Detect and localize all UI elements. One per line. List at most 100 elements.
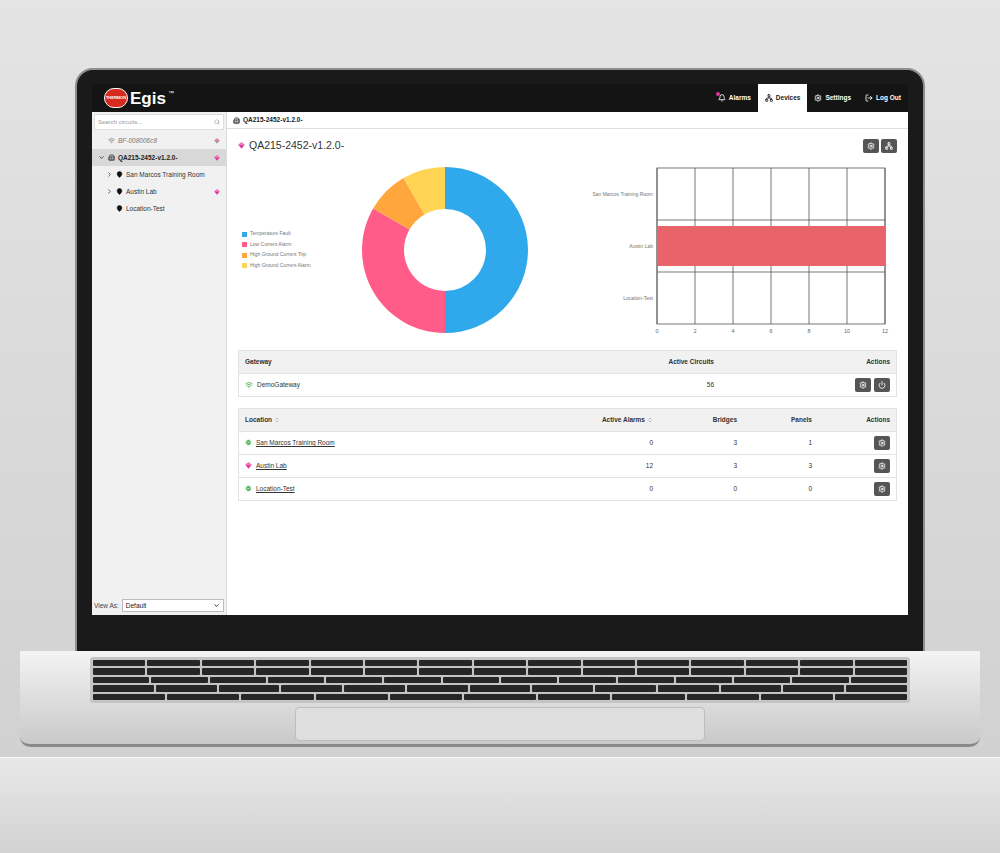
nav-item[interactable]: Settings — [807, 84, 858, 112]
sort-icon[interactable] — [647, 417, 653, 423]
keyboard-key[interactable] — [855, 668, 907, 674]
keyboard-key[interactable] — [202, 668, 254, 674]
keyboard-key[interactable] — [311, 660, 363, 666]
keyboard-key[interactable] — [637, 660, 689, 666]
keyboard-key[interactable] — [474, 668, 526, 674]
legend-item[interactable]: Temperature Fault — [242, 230, 360, 238]
keyboard-key[interactable] — [800, 660, 852, 666]
keyboard-key[interactable] — [443, 677, 499, 683]
keyboard-key[interactable] — [156, 685, 217, 691]
nav-item[interactable]: Log Out — [858, 84, 908, 112]
keyboard-key[interactable] — [691, 668, 743, 674]
keyboard-key[interactable] — [792, 677, 848, 683]
keyboard-key[interactable] — [167, 694, 239, 700]
column-header[interactable]: Location — [239, 415, 509, 425]
keyboard-key[interactable] — [470, 685, 531, 691]
keyboard-key[interactable] — [281, 685, 342, 691]
keyboard-key[interactable] — [528, 660, 580, 666]
keyboard-key[interactable] — [390, 694, 462, 700]
keyboard-key[interactable] — [658, 685, 719, 691]
keyboard-key[interactable] — [365, 660, 417, 666]
bar[interactable] — [657, 226, 885, 266]
location-link[interactable]: San Marcos Training Room — [256, 438, 335, 448]
keyboard-key[interactable] — [93, 668, 145, 674]
keyboard-key[interactable] — [595, 685, 656, 691]
keyboard-key[interactable] — [721, 685, 782, 691]
location-link[interactable]: Austin Lab — [256, 461, 287, 471]
sort-icon[interactable] — [274, 417, 280, 423]
keyboard-key[interactable] — [855, 660, 907, 666]
search-field[interactable]: Search circuits... — [94, 114, 224, 130]
nav-item[interactable]: Alarms — [711, 84, 758, 112]
donut-segment[interactable] — [362, 208, 445, 333]
caret-icon[interactable] — [106, 188, 113, 195]
keyboard-key[interactable] — [532, 685, 593, 691]
legend-item[interactable]: High Ground Current Trip — [242, 251, 360, 259]
settings-button[interactable] — [863, 139, 879, 153]
keyboard-key[interactable] — [93, 677, 149, 683]
keyboard-key[interactable] — [93, 685, 154, 691]
donut-segment[interactable] — [404, 167, 446, 214]
nav-item[interactable]: Devices — [758, 84, 808, 112]
bar[interactable] — [657, 278, 658, 318]
keyboard-key[interactable] — [687, 694, 759, 700]
keyboard-key[interactable] — [210, 677, 266, 683]
keyboard-key[interactable] — [419, 668, 471, 674]
settings-button[interactable] — [855, 378, 871, 392]
keyboard-key[interactable] — [691, 660, 743, 666]
keyboard-key[interactable] — [835, 694, 907, 700]
keyboard-key[interactable] — [676, 677, 732, 683]
power-button[interactable] — [874, 378, 890, 392]
keyboard-key[interactable] — [783, 685, 844, 691]
keyboard-key[interactable] — [268, 677, 324, 683]
keyboard-key[interactable] — [256, 660, 308, 666]
keyboard-key[interactable] — [147, 668, 199, 674]
keyboard-key[interactable] — [761, 694, 833, 700]
keyboard-key[interactable] — [202, 660, 254, 666]
legend-item[interactable]: Low Current Alarm — [242, 241, 360, 249]
keyboard-key[interactable] — [419, 660, 471, 666]
keyboard-key[interactable] — [316, 694, 388, 700]
keyboard-key[interactable] — [612, 694, 684, 700]
keyboard-key[interactable] — [474, 660, 526, 666]
keyboard-key[interactable] — [583, 668, 635, 674]
keyboard-key[interactable] — [618, 677, 674, 683]
tree-item[interactable]: BF-008006c8 — [92, 132, 226, 149]
legend-item[interactable]: High Ground Current Alarm — [242, 262, 360, 270]
keyboard-key[interactable] — [501, 677, 557, 683]
tree-item[interactable]: QA215-2452-v1.2.0- — [92, 149, 226, 166]
location-link[interactable]: Location-Test — [256, 484, 295, 494]
keyboard-key[interactable] — [384, 677, 440, 683]
keyboard-key[interactable] — [365, 668, 417, 674]
keyboard-key[interactable] — [311, 668, 363, 674]
settings-button[interactable] — [874, 459, 890, 473]
keyboard-key[interactable] — [583, 660, 635, 666]
keyboard-key[interactable] — [851, 677, 907, 683]
keyboard-key[interactable] — [559, 677, 615, 683]
keyboard-key[interactable] — [93, 694, 165, 700]
keyboard-key[interactable] — [734, 677, 790, 683]
hierarchy-button[interactable] — [881, 139, 897, 153]
keyboard-key[interactable] — [93, 660, 145, 666]
tree-item[interactable]: Location-Test — [92, 200, 226, 217]
logo[interactable]: THERMONEgis™ — [104, 84, 174, 112]
keyboard-key[interactable] — [637, 668, 689, 674]
keyboard-key[interactable] — [344, 685, 405, 691]
donut-segment[interactable] — [445, 167, 528, 333]
column-header[interactable]: Active Alarms — [509, 415, 659, 425]
keyboard-key[interactable] — [746, 668, 798, 674]
gateway-name[interactable]: DemoGateway — [239, 380, 509, 390]
view-as-select[interactable]: Default — [122, 599, 224, 612]
trackpad[interactable] — [295, 707, 705, 741]
keyboard-key[interactable] — [746, 660, 798, 666]
settings-button[interactable] — [874, 482, 890, 496]
keyboard-key[interactable] — [528, 668, 580, 674]
keyboard-key[interactable] — [464, 694, 536, 700]
keyboard-key[interactable] — [151, 677, 207, 683]
keyboard-key[interactable] — [256, 668, 308, 674]
keyboard-key[interactable] — [407, 685, 468, 691]
settings-button[interactable] — [874, 436, 890, 450]
tree-item[interactable]: Austin Lab — [92, 183, 226, 200]
keyboard-key[interactable] — [538, 694, 610, 700]
keyboard-key[interactable] — [241, 694, 313, 700]
